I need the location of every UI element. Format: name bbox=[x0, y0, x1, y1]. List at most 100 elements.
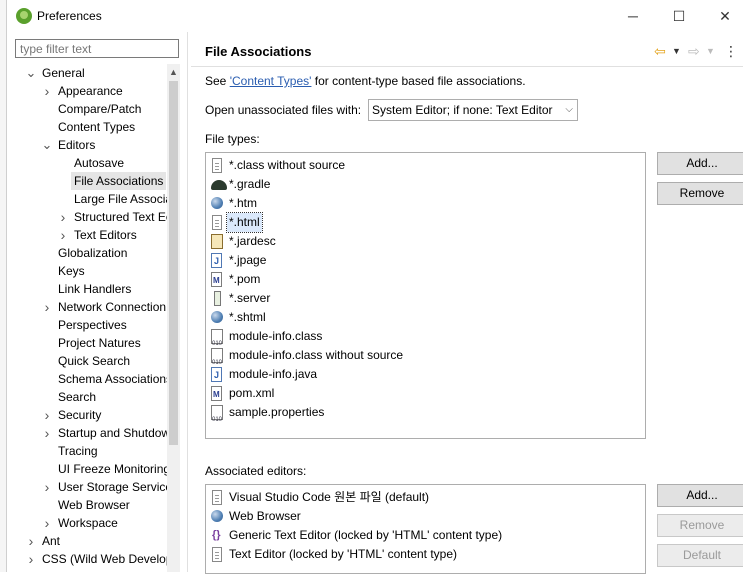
tree-item-label: Structured Text Ec bbox=[74, 210, 167, 224]
forward-dropdown-icon[interactable]: ▼ bbox=[706, 42, 715, 60]
tree-item-label: Perspectives bbox=[58, 318, 127, 332]
tree-item-label: Project Natures bbox=[58, 336, 141, 350]
file-type-row-label: sample.properties bbox=[229, 405, 325, 419]
back-dropdown-icon[interactable]: ▼ bbox=[672, 42, 681, 60]
associated-editors-list: Visual Studio Code 원본 파일 (default) Web Br… bbox=[205, 484, 646, 574]
forward-arrow-icon[interactable]: ⇨ bbox=[688, 42, 700, 60]
tree-item-label: UI Freeze Monitoring bbox=[58, 462, 167, 476]
file-type-row-label: *.gradle bbox=[229, 177, 271, 191]
tree-item-label: User Storage Service bbox=[58, 480, 167, 494]
editor-row-label: Web Browser bbox=[229, 509, 301, 523]
file-type-row-label: module-info.class bbox=[229, 329, 323, 343]
file-types-list: *.class without source *.gradle *.htm *.htm… bbox=[205, 152, 646, 439]
file-icon bbox=[212, 158, 222, 173]
chevron-right-icon[interactable]: › bbox=[41, 514, 53, 532]
tree-item-label: Link Handlers bbox=[58, 282, 132, 296]
default-editor-button[interactable]: Default bbox=[657, 544, 743, 567]
editor-row-label: Text Editor (locked by 'HTML' content ty… bbox=[229, 547, 458, 561]
file-type-row-label: *.htm bbox=[229, 196, 258, 210]
file-type-row-label: *.server bbox=[229, 291, 271, 305]
tree-item-label: Editors bbox=[58, 138, 96, 152]
chevron-right-icon[interactable]: › bbox=[57, 226, 69, 244]
server-icon bbox=[214, 291, 221, 306]
chevron-right-icon[interactable]: › bbox=[41, 406, 53, 424]
tree-item-label: Tracing bbox=[58, 444, 98, 458]
java-icon bbox=[211, 252, 222, 271]
globe-icon bbox=[211, 197, 223, 209]
file-icon bbox=[212, 490, 222, 505]
chevron-right-icon[interactable]: › bbox=[41, 298, 53, 316]
tree-item-label: Quick Search bbox=[58, 354, 131, 368]
title-bar: Preferences ─ ☐ ✕ bbox=[7, 0, 743, 32]
remove-file-type-button[interactable]: Remove bbox=[657, 182, 743, 205]
file-type-row-label: module-info.java bbox=[229, 367, 318, 381]
binary-icon bbox=[211, 329, 223, 354]
content-types-note: See 'Content Types' for content-type bas… bbox=[205, 74, 526, 88]
maven-icon bbox=[211, 271, 222, 290]
file-icon bbox=[212, 547, 222, 562]
tree-item-label: Web Browser bbox=[58, 498, 130, 512]
chevron-right-icon[interactable]: › bbox=[25, 532, 37, 550]
add-file-type-button[interactable]: Add... bbox=[657, 152, 743, 175]
tree-scroll-thumb[interactable] bbox=[169, 81, 178, 445]
file-type-row-label: *.jardesc bbox=[229, 234, 276, 248]
tree-item-label: Schema Associations bbox=[58, 372, 167, 386]
content-types-link[interactable]: 'Content Types' bbox=[230, 74, 312, 88]
unassociated-editor-select[interactable]: System Editor; if none: Text Editor ⌵ bbox=[368, 99, 578, 121]
tree-item-label: File Associations bbox=[71, 172, 167, 190]
file-type-row-label: *.pom bbox=[229, 272, 261, 286]
view-menu-icon[interactable]: ⋮ bbox=[724, 42, 738, 60]
pane-divider[interactable] bbox=[187, 32, 188, 572]
see-suffix: for content-type based file associations… bbox=[311, 74, 526, 88]
see-prefix: See bbox=[205, 74, 230, 88]
binary-icon bbox=[211, 348, 223, 373]
chevron-down-icon[interactable]: ⌄ bbox=[25, 64, 37, 82]
filter-input[interactable] bbox=[15, 39, 179, 58]
header-separator bbox=[191, 66, 743, 67]
unassociated-editor-value: System Editor; if none: Text Editor bbox=[372, 103, 553, 117]
window-title: Preferences bbox=[37, 9, 102, 23]
chevron-right-icon[interactable]: › bbox=[41, 478, 53, 496]
chevron-right-icon[interactable]: › bbox=[41, 82, 53, 100]
gradle-icon bbox=[211, 180, 227, 190]
tree-item-label: CSS (Wild Web Develop bbox=[42, 552, 167, 566]
tree-item-label: Compare/Patch bbox=[58, 102, 142, 116]
file-types-label: File types: bbox=[205, 132, 260, 146]
remove-editor-button[interactable]: Remove bbox=[657, 514, 743, 537]
tree-item-label: Content Types bbox=[58, 120, 136, 134]
file-type-row-label: *.class without source bbox=[229, 158, 346, 172]
file-type-row-label: pom.xml bbox=[229, 386, 275, 400]
scroll-up-icon[interactable]: ▲ bbox=[167, 64, 180, 81]
add-editor-button[interactable]: Add... bbox=[657, 484, 743, 507]
open-unassociated-label: Open unassociated files with: bbox=[205, 103, 362, 117]
chevron-right-icon[interactable]: › bbox=[57, 208, 69, 226]
tree-item-label: Text Editors bbox=[74, 228, 137, 242]
chevron-right-icon[interactable]: › bbox=[25, 550, 37, 568]
tree-item-label: Network Connection bbox=[58, 300, 167, 314]
tree-item-label: Appearance bbox=[58, 84, 123, 98]
page-title: File Associations bbox=[205, 44, 312, 59]
editor-row-label: Generic Text Editor (locked by 'HTML' co… bbox=[229, 528, 503, 542]
maximize-button[interactable]: ☐ bbox=[656, 0, 702, 32]
chevron-right-icon[interactable]: › bbox=[41, 424, 53, 442]
associated-editors-label: Associated editors: bbox=[205, 464, 307, 478]
tree-item-label: Search bbox=[58, 390, 97, 404]
tree-item-label: Keys bbox=[58, 264, 85, 278]
chevron-down-icon[interactable]: ⌄ bbox=[41, 136, 53, 154]
tree-item-label: Workspace bbox=[58, 516, 118, 530]
close-button[interactable]: ✕ bbox=[702, 0, 743, 32]
file-type-row-label: *.shtml bbox=[229, 310, 266, 324]
preferences-window: Preferences ─ ☐ ✕ ⌄ General › Appearance Com… bbox=[6, 0, 743, 574]
preference-page: File Associations ⇦ ▼ ⇨ ▼ ⋮ See 'Content… bbox=[191, 32, 743, 574]
brace-icon bbox=[211, 526, 224, 545]
back-arrow-icon[interactable]: ⇦ bbox=[654, 42, 666, 60]
tree-item-label: Autosave bbox=[74, 156, 125, 170]
binary-icon bbox=[211, 405, 223, 430]
chevron-down-icon: ⌵ bbox=[565, 104, 573, 115]
maven-icon bbox=[211, 385, 222, 404]
editor-row-label: Visual Studio Code 원본 파일 (default) bbox=[229, 490, 430, 504]
file-type-row-label: module-info.class without source bbox=[229, 348, 404, 362]
tree-item-label: Startup and Shutdow bbox=[58, 426, 167, 440]
globe-icon bbox=[211, 311, 223, 323]
minimize-button[interactable]: ─ bbox=[610, 0, 656, 32]
